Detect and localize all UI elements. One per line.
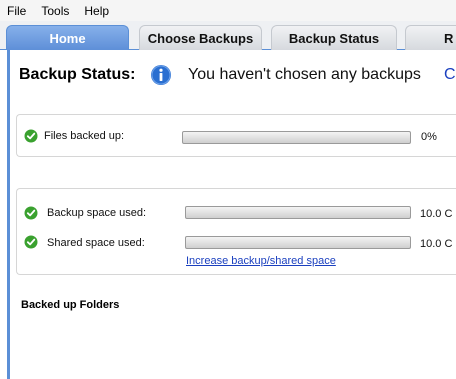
check-icon xyxy=(24,129,38,143)
backed-up-folders-heading: Backed up Folders xyxy=(21,299,120,311)
shared-space-value: 10.0 C xyxy=(420,238,453,250)
backup-space-bar xyxy=(185,206,411,219)
menu-tools[interactable]: Tools xyxy=(41,4,69,18)
shared-space-bar xyxy=(185,236,411,249)
increase-space-link[interactable]: Increase backup/shared space xyxy=(186,255,336,267)
menu-file[interactable]: File xyxy=(7,4,26,18)
status-message: You haven't chosen any backups xyxy=(188,66,421,83)
files-backed-up-label: Files backed up: xyxy=(44,130,125,142)
backup-space-value: 10.0 C xyxy=(420,208,453,220)
shared-space-label: Shared space used: xyxy=(47,237,145,249)
tab-restore[interactable]: R xyxy=(405,25,456,50)
backup-space-label: Backup space used: xyxy=(47,207,147,219)
left-accent-bar xyxy=(7,50,10,379)
files-progress-bar xyxy=(182,131,411,144)
tab-backup-status[interactable]: Backup Status xyxy=(271,25,397,50)
menu-bar: File Tools Help xyxy=(0,0,456,21)
tab-strip: Home Choose Backups Backup Status R xyxy=(0,21,456,50)
tab-choose-backups[interactable]: Choose Backups xyxy=(139,25,262,50)
tab-home[interactable]: Home xyxy=(6,25,129,50)
status-link[interactable]: C xyxy=(444,66,456,84)
backup-status-title: Backup Status: xyxy=(19,66,136,83)
check-icon xyxy=(24,235,38,249)
info-icon xyxy=(151,65,171,85)
check-icon xyxy=(24,206,38,220)
menu-help[interactable]: Help xyxy=(84,4,109,18)
files-progress-value: 0% xyxy=(421,131,437,143)
